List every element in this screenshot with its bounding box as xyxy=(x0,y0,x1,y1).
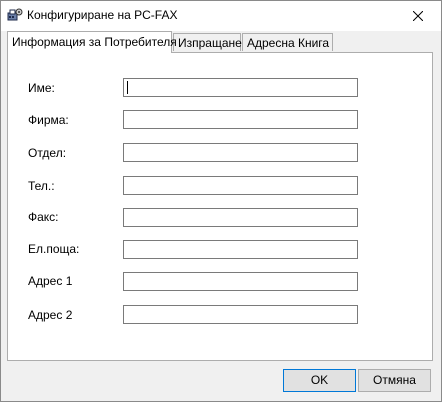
tab-address-book[interactable]: Адресна Книга xyxy=(242,33,333,51)
address2-field[interactable] xyxy=(123,305,358,324)
tab-user-info[interactable]: Информация за Потребителя xyxy=(7,31,177,53)
pc-fax-settings-dialog: Конфигуриране на PC-FAX Информация за По… xyxy=(0,0,442,402)
address1-field[interactable] xyxy=(123,272,358,291)
email-field[interactable] xyxy=(123,240,358,259)
text-caret xyxy=(127,81,128,94)
close-icon xyxy=(413,11,423,21)
ok-button[interactable]: OK xyxy=(283,369,356,392)
company-field[interactable] xyxy=(123,110,358,129)
fax-settings-icon xyxy=(7,7,23,23)
fax-field[interactable] xyxy=(123,208,358,227)
name-field[interactable] xyxy=(123,78,358,97)
fax-label: Факс: xyxy=(28,210,59,224)
email-label: Ел.поща: xyxy=(28,242,80,256)
user-info-panel: Име: Фирма: Отдел: Тел.: Факс: Ел.поща: … xyxy=(7,52,433,361)
address2-label: Адрес 2 xyxy=(28,308,73,322)
phone-field[interactable] xyxy=(123,176,358,195)
phone-label: Тел.: xyxy=(28,179,55,193)
department-field[interactable] xyxy=(123,143,358,162)
address1-label: Адрес 1 xyxy=(28,274,73,288)
title-bar: Конфигуриране на PC-FAX xyxy=(1,1,441,31)
department-label: Отдел: xyxy=(28,146,67,160)
close-button[interactable] xyxy=(395,1,441,31)
window-title: Конфигуриране на PC-FAX xyxy=(27,8,178,22)
company-label: Фирма: xyxy=(28,113,69,127)
name-label: Име: xyxy=(28,81,55,95)
tab-sending[interactable]: Изпращане xyxy=(173,33,242,51)
cancel-button[interactable]: Отмяна xyxy=(358,369,431,392)
